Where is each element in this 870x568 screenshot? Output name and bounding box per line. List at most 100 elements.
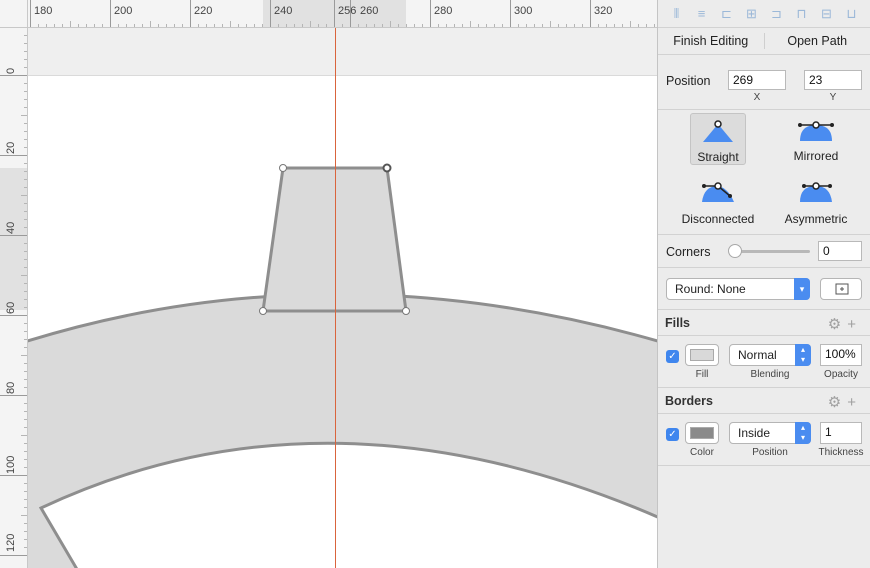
disconnected-point-icon [702, 182, 734, 202]
blending-popup[interactable]: Normal ▴ ▾ [729, 344, 811, 366]
gear-icon[interactable]: ⚙ [828, 394, 847, 411]
vertical-ruler-ticks: 0 20 40 60 80 100 120 [0, 35, 27, 556]
straight-point-icon [703, 120, 733, 142]
fill-color-chip [690, 349, 714, 361]
design-canvas[interactable] [28, 28, 657, 568]
position-section: Position 269 23 X Y [658, 55, 870, 110]
borders-actions: ⚙+ [828, 393, 862, 411]
corners-slider-track[interactable] [734, 250, 810, 253]
round-section: Round: None ▾ [658, 268, 870, 310]
align-center-horizontal-icon[interactable]: ⊞ [741, 6, 762, 22]
opacity-caption: Opacity [824, 369, 858, 380]
vertex-handle-selected[interactable] [382, 163, 392, 173]
up-down-icon: ▴ ▾ [795, 422, 811, 444]
hruler-label: 240 [274, 5, 292, 17]
vertical-ruler[interactable]: 0 20 40 60 80 100 120 [0, 28, 28, 568]
app-window: 180 200 220 240 256 260 280 300 320 0 20… [0, 0, 870, 568]
fill-caption: Fill [695, 369, 709, 380]
fill-color-swatch[interactable] [685, 344, 719, 366]
align-middle-vertical-icon[interactable]: ⊟ [816, 6, 837, 22]
vruler-label: 0 [5, 68, 17, 74]
point-type-section: Straight Mirrored Disconnected Asymmetri… [658, 110, 870, 235]
align-bottom-icon[interactable]: ⊔ [841, 6, 862, 22]
hruler-label-current: 256 [338, 5, 356, 17]
hruler-label: 180 [34, 5, 52, 17]
thickness-caption: Thickness [818, 447, 864, 458]
horizontal-ruler[interactable]: 180 200 220 240 256 260 280 300 320 [28, 0, 657, 28]
align-top-icon[interactable]: ⊓ [791, 6, 812, 22]
plus-icon[interactable]: + [847, 394, 862, 411]
straight-point-button[interactable]: Straight [690, 113, 746, 165]
vruler-label: 100 [5, 456, 17, 474]
corners-section: Corners 0 [658, 235, 870, 268]
borders-title: Borders [665, 394, 713, 408]
hruler-label: 300 [514, 5, 532, 17]
border-position-popup[interactable]: Inside ▴ ▾ [729, 422, 811, 444]
corners-label: Corners [666, 245, 711, 259]
borders-header: Borders ⚙+ [658, 388, 870, 414]
corners-slider-knob[interactable] [728, 244, 742, 258]
horizontal-ruler-ticks: 180 200 220 240 256 260 280 300 320 [30, 0, 655, 27]
blending-value: Normal [738, 348, 777, 362]
vruler-label: 60 [5, 302, 17, 314]
vruler-label: 120 [5, 534, 17, 552]
position-x-field[interactable]: 269 [728, 70, 786, 90]
asymmetric-point-button[interactable]: Asymmetric [785, 176, 847, 228]
border-row: ✓ Inside ▴ ▾ 1 Color Position Thickness [658, 414, 870, 466]
fill-checkbox[interactable]: ✓ [666, 350, 679, 363]
fills-header: Fills ⚙+ [658, 310, 870, 336]
hruler-label: 200 [114, 5, 132, 17]
ruler-corner [0, 0, 28, 28]
align-left-icon[interactable]: ⊏ [716, 6, 737, 22]
round-value: Round: None [675, 282, 746, 296]
border-checkbox[interactable]: ✓ [666, 428, 679, 441]
corners-field[interactable]: 0 [818, 241, 862, 261]
distribute-vertical-icon[interactable]: ≡ [691, 6, 712, 22]
vertex-handle[interactable] [279, 164, 287, 172]
straight-label: Straight [697, 150, 739, 164]
vruler-label: 40 [5, 222, 17, 234]
disconnected-label: Disconnected [681, 212, 755, 226]
asymmetric-point-icon [800, 182, 832, 202]
blending-caption: Blending [750, 369, 790, 380]
hruler-label: 220 [194, 5, 212, 17]
trapezoid-shape[interactable] [261, 166, 408, 313]
edit-mode-bar: Finish Editing Open Path [658, 28, 870, 55]
fills-title: Fills [665, 316, 691, 330]
y-caption: Y [829, 92, 837, 103]
fills-actions: ⚙+ [828, 315, 862, 333]
mirrored-point-button[interactable]: Mirrored [788, 113, 844, 165]
vertex-handle[interactable] [402, 307, 410, 315]
border-position-value: Inside [738, 426, 771, 440]
distribute-horizontal-icon[interactable]: ⦀ [666, 6, 687, 22]
chevron-down-icon: ▾ [794, 278, 810, 300]
open-path-button[interactable]: Open Path [765, 28, 870, 54]
inspector-panel: ⦀ ≡ ⊏ ⊞ ⊐ ⊓ ⊟ ⊔ Finish Editing Open Path… [657, 0, 870, 568]
thickness-field[interactable]: 1 [820, 422, 862, 444]
border-color-chip [690, 427, 714, 439]
fill-row: ✓ Normal ▴ ▾ 100% Fill Blending Opacity [658, 336, 870, 388]
border-color-swatch[interactable] [685, 422, 719, 444]
arc-shape[interactable] [28, 292, 657, 568]
disconnected-point-button[interactable]: Disconnected [682, 176, 754, 228]
position-y-field[interactable]: 23 [804, 70, 862, 90]
position-label: Position [666, 74, 711, 88]
hruler-label: 260 [360, 5, 378, 17]
position-caption: Position [752, 447, 788, 458]
vruler-label: 80 [5, 382, 17, 394]
gear-icon[interactable]: ⚙ [828, 316, 847, 333]
finish-editing-button[interactable]: Finish Editing [658, 28, 764, 54]
hruler-label: 320 [594, 5, 612, 17]
alignment-toolbar: ⦀ ≡ ⊏ ⊞ ⊐ ⊓ ⊟ ⊔ [658, 0, 870, 28]
color-caption: Color [690, 447, 714, 458]
round-popup[interactable]: Round: None ▾ [666, 278, 810, 300]
flatten-button[interactable] [820, 278, 862, 300]
plus-icon[interactable]: + [847, 316, 862, 333]
opacity-field[interactable]: 100% [820, 344, 862, 366]
vertex-handle[interactable] [259, 307, 267, 315]
align-right-icon[interactable]: ⊐ [766, 6, 787, 22]
x-caption: X [753, 92, 761, 103]
mirrored-point-icon [798, 121, 834, 141]
hruler-label: 280 [434, 5, 452, 17]
mirrored-label: Mirrored [793, 149, 839, 163]
